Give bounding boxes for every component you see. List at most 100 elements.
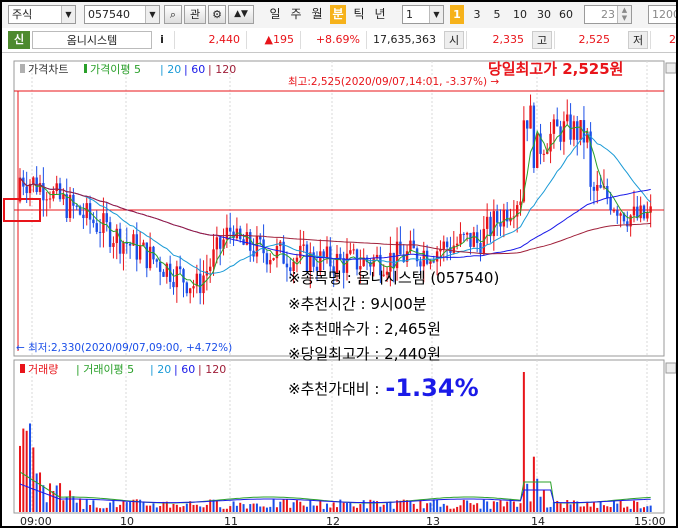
volume-bar: [399, 500, 402, 512]
volume-bar: [92, 500, 95, 512]
volume-bar: [332, 502, 335, 512]
settings-button[interactable]: ⚙: [208, 5, 226, 24]
volume-bar: [149, 505, 152, 512]
interval-3[interactable]: 3: [470, 5, 484, 24]
candle: [112, 243, 115, 247]
period-day[interactable]: 일: [267, 5, 283, 24]
candle: [619, 213, 622, 216]
volume-bar: [22, 428, 25, 512]
candle: [549, 133, 552, 152]
interval-select[interactable]: 1 ▼: [402, 5, 444, 24]
volume-bar: [442, 503, 445, 512]
volume-bar: [336, 507, 338, 512]
chevron-down-icon[interactable]: ▼: [429, 6, 443, 23]
interval-5[interactable]: 5: [490, 5, 504, 24]
price-change: ▲195: [246, 31, 298, 49]
volume-bar: [456, 506, 459, 512]
candle: [465, 232, 469, 235]
interval-1[interactable]: 1: [450, 5, 464, 24]
stepper-icon[interactable]: ▲ ▼: [617, 6, 631, 23]
candle: [188, 288, 192, 294]
volume-bar: [282, 499, 285, 512]
stock-name[interactable]: 옴니시스템: [32, 31, 152, 49]
candle: [58, 183, 62, 200]
volume-bar: [159, 506, 162, 512]
volume-bar: [265, 507, 268, 512]
period-year[interactable]: 년: [372, 5, 388, 24]
count-input[interactable]: 23 ▲ ▼: [584, 5, 632, 24]
volume-bar: [359, 504, 362, 512]
time-axis-label: 09:00: [20, 515, 52, 528]
volume-bar: [242, 504, 245, 512]
volume-bar: [349, 502, 352, 512]
code-input[interactable]: 057540 ▼: [84, 5, 160, 24]
candle: [118, 228, 122, 254]
gear-icon: ⚙: [212, 8, 222, 21]
interval-60[interactable]: 60: [556, 5, 576, 24]
chevron-down-icon[interactable]: ▼: [145, 6, 159, 23]
candle: [419, 261, 422, 267]
candle: [339, 253, 342, 259]
volume-bar: [112, 499, 115, 512]
volume-bar: [122, 501, 125, 512]
volume-bar: [579, 506, 582, 512]
volume-bar: [125, 502, 128, 512]
volume-bar: [509, 499, 512, 512]
volume-bar: [49, 483, 52, 512]
volume-bar: [295, 500, 298, 512]
volume-bar: [452, 508, 455, 512]
market-select[interactable]: 주식 ▼: [8, 5, 76, 24]
view-input[interactable]: 1200: [648, 5, 676, 24]
volume-bar: [356, 507, 359, 512]
chart-area[interactable]: 09:00 10 11 12 13 14 15:00 가격차트 가격이평 5 | 20 | 60 | …: [2, 53, 678, 528]
candle: [529, 105, 532, 129]
overlay-stock: ※종목명 : 옴니시스템 (057540): [288, 269, 500, 287]
favorite-button[interactable]: 관: [184, 5, 206, 24]
time-axis-label: 10: [120, 515, 134, 528]
price-legend-ma120: | 120: [208, 63, 236, 76]
candle: [18, 177, 22, 202]
overlay-vs: ※추천가대비 : -1.34%: [288, 374, 479, 402]
period-tick[interactable]: 틱: [351, 5, 367, 24]
candle: [542, 153, 546, 155]
candle: [432, 261, 435, 263]
candle: [148, 246, 152, 269]
panel-scroll-handle[interactable]: [665, 362, 676, 374]
candle: [536, 133, 539, 168]
volume-bar: [152, 503, 155, 512]
volume-bar: [542, 489, 545, 512]
volume-bar: [412, 503, 415, 512]
quote-bar: 신 옴니시스템 i 2,440 ▲195 +8.69% 17,635,363 시…: [2, 28, 676, 53]
chart-svg[interactable]: 09:00 10 11 12 13 14 15:00가격차트 가격이평 5 | 20 | 60 | …: [2, 53, 678, 528]
volume-bar: [566, 500, 569, 512]
volume-bar: [469, 503, 472, 512]
interval-10[interactable]: 10: [510, 5, 530, 24]
volume-bar: [389, 501, 392, 512]
volume-bar: [155, 507, 158, 512]
candle: [145, 242, 148, 269]
volume-bar: [95, 507, 98, 512]
volume-bar: [262, 506, 265, 512]
period-minute[interactable]: 분: [330, 5, 346, 24]
price-legend-ma20: | 20: [160, 63, 181, 76]
volume-bar: [489, 508, 492, 512]
panel-scroll-handle[interactable]: [665, 62, 676, 74]
chevron-down-icon[interactable]: ▼: [61, 6, 75, 23]
volume-bar: [602, 505, 605, 512]
search-button[interactable]: ⌕: [164, 5, 182, 24]
candle: [462, 233, 465, 235]
candle: [272, 258, 275, 260]
info-icon[interactable]: i: [154, 31, 170, 49]
volume-bar: [466, 500, 469, 512]
volume-bar: [516, 506, 519, 512]
step-button[interactable]: ▲▼: [228, 5, 254, 24]
period-month[interactable]: 월: [309, 5, 325, 24]
volume-bar: [232, 501, 235, 512]
period-week[interactable]: 주: [288, 5, 304, 24]
volume-bar: [589, 506, 592, 512]
volume-bar: [559, 503, 562, 512]
interval-30[interactable]: 30: [534, 5, 554, 24]
candle: [459, 233, 462, 244]
candle: [579, 120, 582, 140]
candle: [429, 261, 432, 264]
